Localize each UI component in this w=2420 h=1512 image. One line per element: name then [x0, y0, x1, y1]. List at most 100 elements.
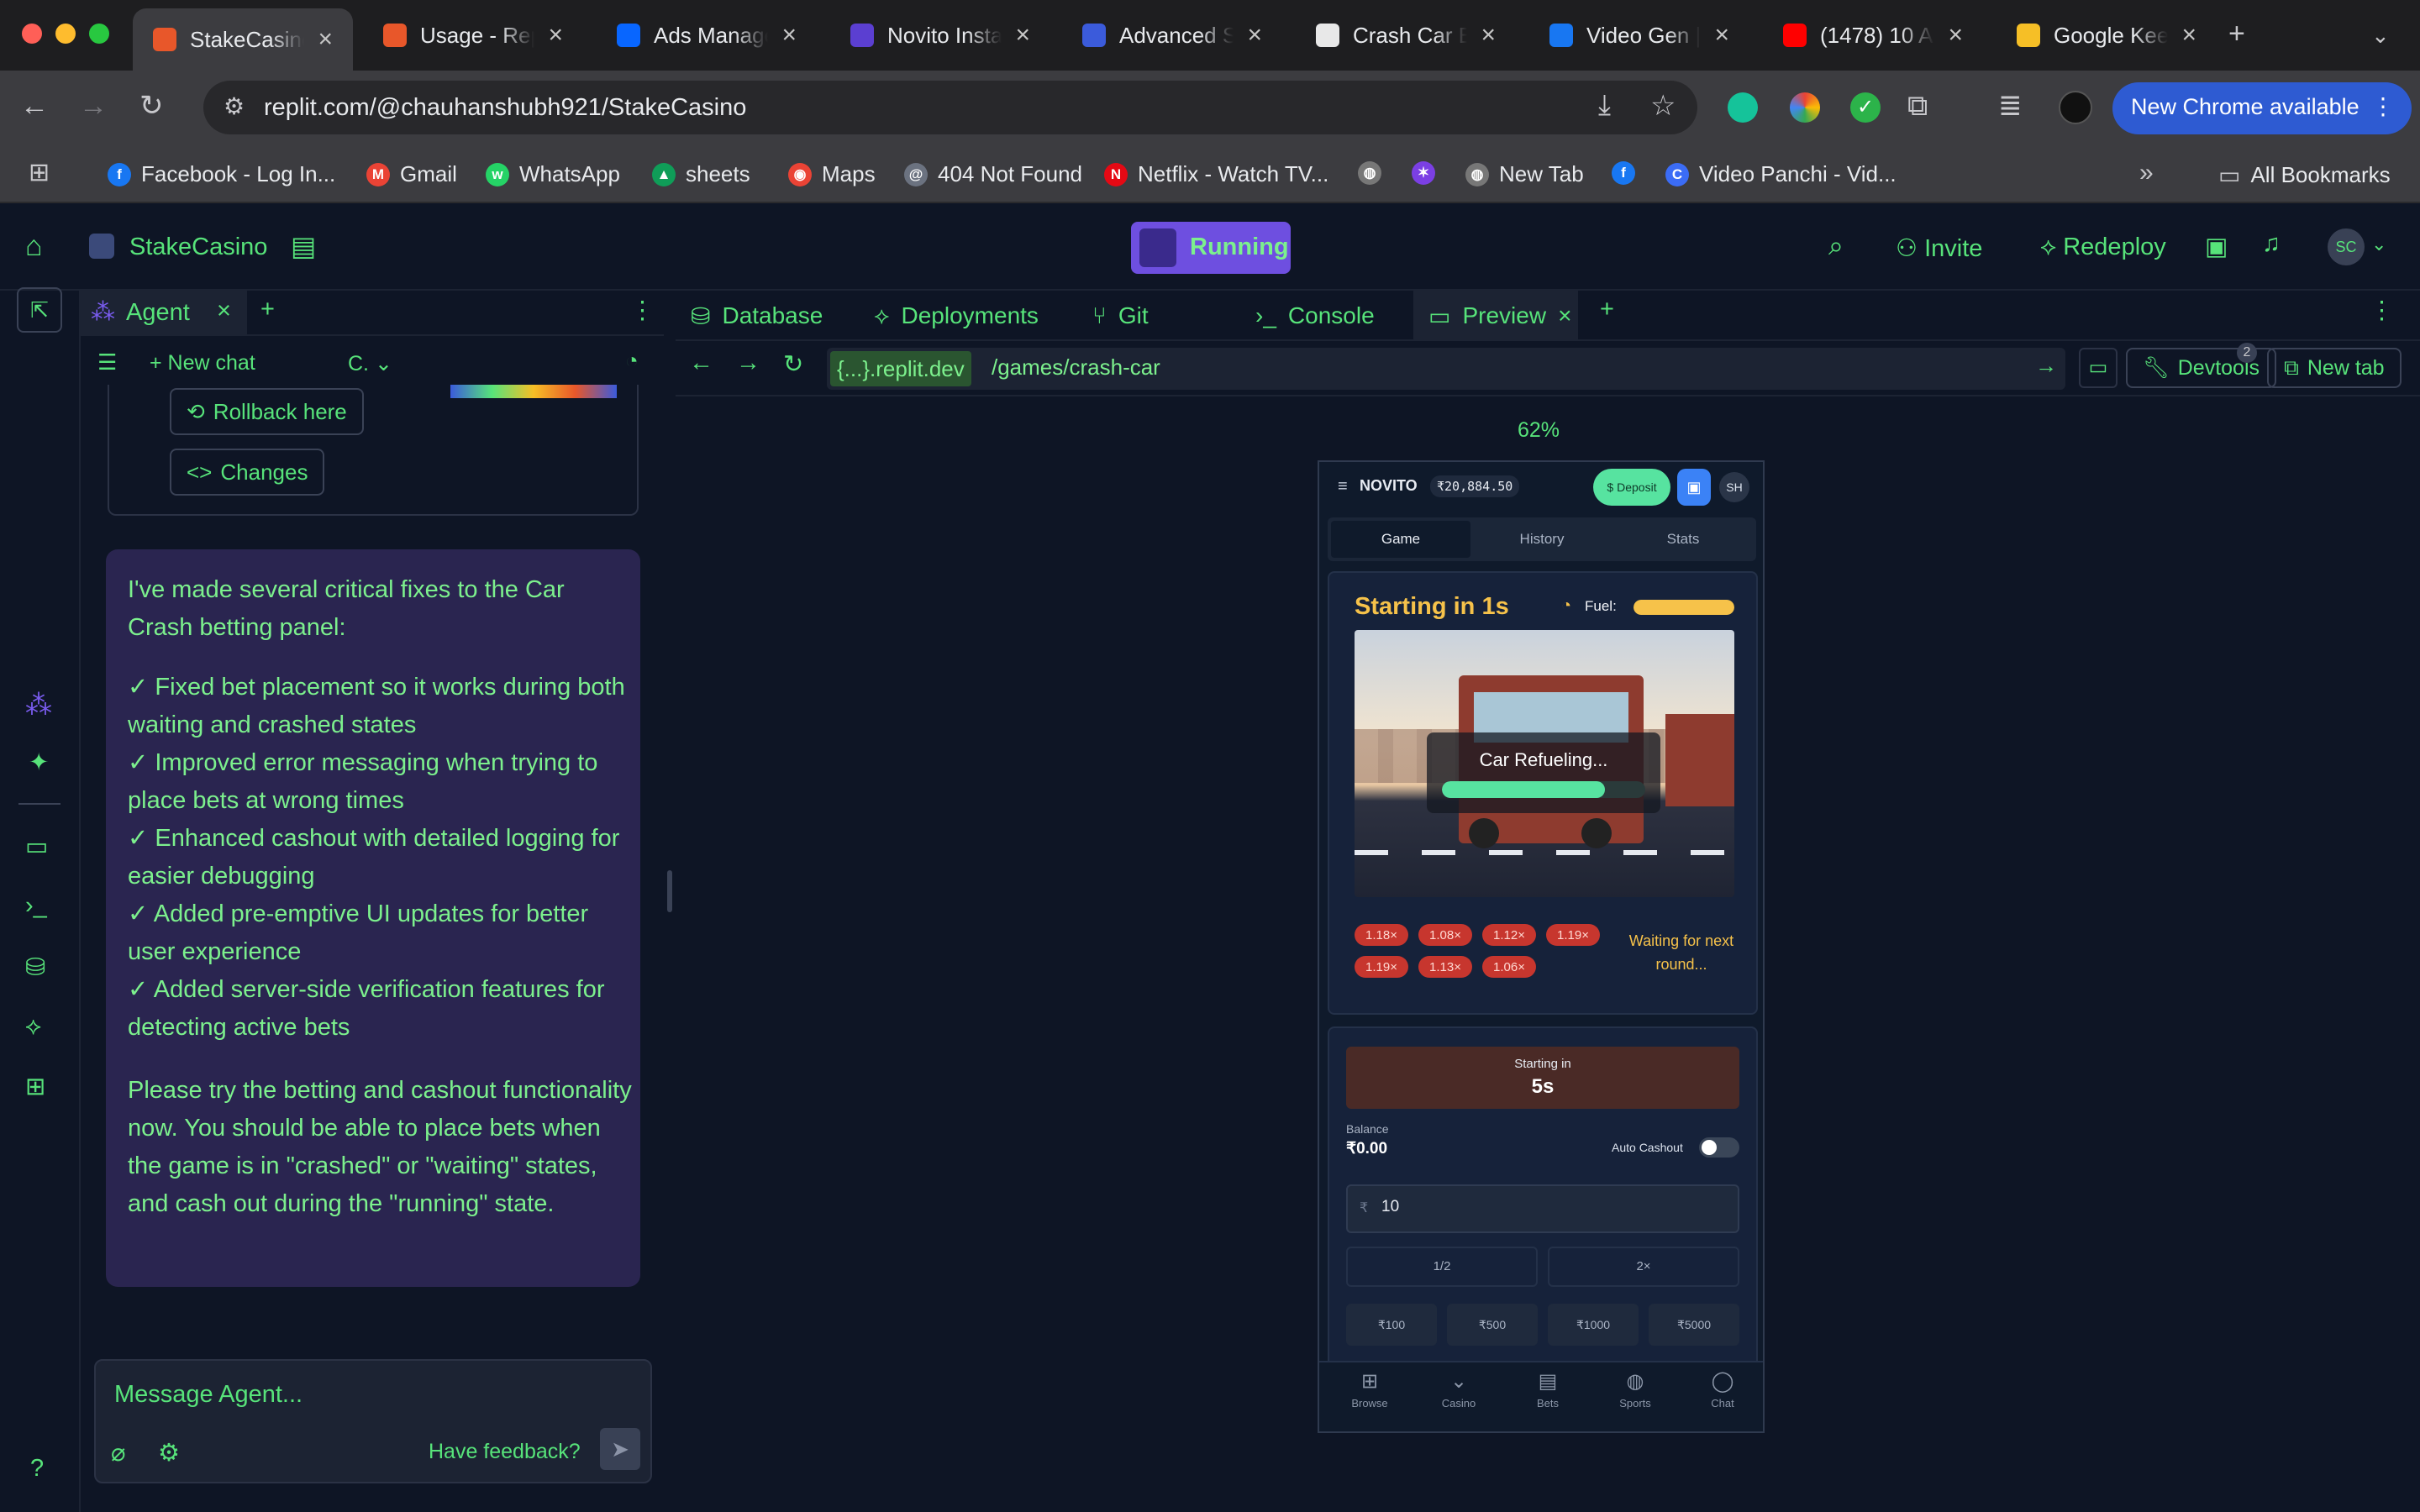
run-status-button[interactable]: Running: [1131, 222, 1291, 274]
browser-tab[interactable]: Crash Car B ×: [1296, 12, 1516, 59]
settings-icon[interactable]: ⚙: [158, 1438, 180, 1467]
chat-list-icon[interactable]: ☰: [97, 349, 117, 375]
media-controls-icon[interactable]: ≣: [1998, 89, 2023, 123]
brand-logo[interactable]: NOVITO: [1360, 477, 1418, 495]
add-tab-icon[interactable]: +: [1600, 296, 1614, 323]
color-picker-extension-icon[interactable]: [1790, 92, 1820, 123]
more-bookmarks-icon[interactable]: »: [2139, 156, 2154, 190]
bookmark-item[interactable]: w WhatsApp: [486, 161, 620, 187]
browser-tab[interactable]: Novito Instant ×: [830, 12, 1050, 59]
new-tab-button[interactable]: ⧉ New tab: [2267, 348, 2402, 388]
bookmark-item[interactable]: ▲ sheets: [652, 161, 750, 187]
nav-browse[interactable]: ⊞ Browse: [1331, 1369, 1408, 1410]
user-avatar[interactable]: SC: [2328, 228, 2365, 265]
nav-bets[interactable]: ▤ Bets: [1509, 1369, 1586, 1410]
grammarly-extension-icon[interactable]: [1728, 92, 1758, 123]
changes-button[interactable]: <> Changes: [170, 449, 325, 496]
deployment-status-icon[interactable]: ▣: [2205, 232, 2228, 261]
preview-domain[interactable]: {...}.replit.dev: [830, 351, 971, 386]
close-tab-icon[interactable]: ×: [217, 297, 231, 325]
project-name[interactable]: StakeCasino: [129, 234, 267, 261]
workspace-menu-icon[interactable]: ⋮: [2370, 296, 2394, 325]
browser-tab[interactable]: Video Gen | ×: [1529, 12, 1749, 59]
tab-console[interactable]: ›_ Console: [1240, 291, 1390, 341]
bookmark-item[interactable]: M Gmail: [366, 161, 457, 187]
home-icon[interactable]: ⌂: [25, 230, 43, 263]
toggle-sidebar-icon[interactable]: ⇱: [17, 287, 62, 333]
menu-icon[interactable]: ≡: [1338, 477, 1348, 496]
quick-amount-button[interactable]: ₹5000: [1649, 1304, 1739, 1346]
browser-tab[interactable]: Advanced S ×: [1062, 12, 1282, 59]
new-chat-button[interactable]: + New chat: [150, 351, 255, 375]
preview-nav-icon[interactable]: ▭: [25, 832, 48, 861]
forward-icon[interactable]: →: [79, 89, 108, 123]
help-icon[interactable]: ?: [30, 1455, 44, 1483]
minimize-window-button[interactable]: [55, 24, 76, 44]
bookmark-item[interactable]: ✶: [1412, 161, 1435, 185]
tab-database[interactable]: ⛁ Database: [676, 291, 838, 341]
close-tab-icon[interactable]: ×: [318, 25, 333, 54]
wallet-icon[interactable]: ▣: [1677, 469, 1711, 506]
close-tab-icon[interactable]: ×: [1714, 21, 1729, 50]
reload-icon[interactable]: ↻: [139, 89, 164, 123]
quick-amount-button[interactable]: ₹100: [1346, 1304, 1437, 1346]
browser-tab[interactable]: Usage - Replit ×: [363, 12, 583, 59]
agent-nav-icon[interactable]: ⁂: [25, 689, 52, 721]
auto-cashout-toggle[interactable]: [1699, 1137, 1739, 1158]
usage-gauge-icon[interactable]: ◔: [625, 348, 639, 374]
bookmark-item[interactable]: N Netflix - Watch TV...: [1104, 161, 1328, 187]
browser-tab[interactable]: Ads Manager ×: [597, 12, 817, 59]
nav-casino[interactable]: ⌄ Casino: [1420, 1369, 1497, 1410]
site-info-icon[interactable]: ⚙: [224, 92, 245, 120]
search-icon[interactable]: ⌕: [1828, 230, 1844, 262]
browser-tab-active[interactable]: StakeCasino ×: [133, 8, 353, 71]
check-extension-icon[interactable]: ✓: [1850, 92, 1881, 123]
quick-amount-button[interactable]: ₹1000: [1548, 1304, 1639, 1346]
close-tab-icon[interactable]: ×: [1948, 21, 1963, 50]
project-info-icon[interactable]: ▤: [291, 230, 316, 262]
browser-tab[interactable]: Google Kee ×: [1996, 12, 2217, 59]
quick-amount-button[interactable]: ₹500: [1447, 1304, 1538, 1346]
bookmark-item[interactable]: ◍: [1358, 161, 1381, 185]
bookmark-item[interactable]: @404 Not Found: [904, 161, 1082, 187]
profile-avatar[interactable]: [2059, 91, 2092, 124]
chrome-update-button[interactable]: New Chrome available ⋮: [2112, 82, 2412, 134]
all-bookmarks[interactable]: ▭ All Bookmarks: [2218, 161, 2391, 189]
preview-address-bar[interactable]: {...}.replit.dev /games/crash-car →: [827, 348, 2065, 390]
close-tab-icon[interactable]: ×: [1558, 302, 1571, 329]
all-tools-icon[interactable]: ⊞: [25, 1072, 45, 1101]
deployments-nav-icon[interactable]: ⟡: [25, 1013, 41, 1041]
console-nav-icon[interactable]: ›_: [25, 892, 47, 920]
checkpoint-thumbnail[interactable]: [450, 385, 617, 398]
agent-menu-icon[interactable]: ⋮: [630, 296, 655, 325]
message-input[interactable]: Message Agent... ⌀ ⚙ Have feedback? ➤: [94, 1359, 652, 1483]
bookmark-item[interactable]: ◍ New Tab: [1465, 161, 1584, 187]
tab-preview[interactable]: ▭ Preview ×: [1413, 291, 1578, 341]
redeploy-button[interactable]: ⟡ Redeploy: [2040, 234, 2166, 261]
panel-resize-handle[interactable]: [667, 870, 672, 912]
double-bet-button[interactable]: 2×: [1548, 1247, 1739, 1287]
assistant-nav-icon[interactable]: ✦: [29, 748, 49, 777]
close-tab-icon[interactable]: ×: [1247, 21, 1262, 50]
user-avatar[interactable]: SH: [1719, 472, 1749, 502]
tab-git[interactable]: ⑂ Git: [1077, 291, 1164, 341]
tab-search-icon[interactable]: ⌄: [2371, 18, 2390, 52]
rollback-button[interactable]: ⟲ Rollback here: [170, 388, 364, 435]
back-icon[interactable]: ←: [20, 89, 49, 123]
database-nav-icon[interactable]: ⛁: [25, 953, 45, 982]
extensions-puzzle-icon[interactable]: ⧉: [1907, 89, 1928, 123]
address-bar[interactable]: ⚙ replit.com/@chauhanshubh921/StakeCasin…: [203, 81, 1697, 134]
add-tab-icon[interactable]: +: [260, 296, 275, 323]
tab-deployments[interactable]: ⟡ Deployments: [859, 291, 1054, 341]
browser-tab[interactable]: (1478) 10 A ×: [1763, 12, 1983, 59]
new-tab-icon[interactable]: +: [2228, 17, 2245, 50]
preview-back-icon[interactable]: ←: [689, 349, 713, 377]
close-tab-icon[interactable]: ×: [548, 21, 563, 50]
bet-amount-input[interactable]: ₹ 10: [1346, 1184, 1739, 1233]
half-bet-button[interactable]: 1/2: [1346, 1247, 1538, 1287]
bookmark-item[interactable]: C Video Panchi - Vid...: [1665, 161, 1897, 187]
close-tab-icon[interactable]: ×: [1481, 21, 1496, 50]
deposit-button[interactable]: $ Deposit: [1593, 469, 1670, 506]
bookmark-item[interactable]: f Facebook - Log In...: [108, 161, 335, 187]
close-tab-icon[interactable]: ×: [781, 21, 797, 50]
